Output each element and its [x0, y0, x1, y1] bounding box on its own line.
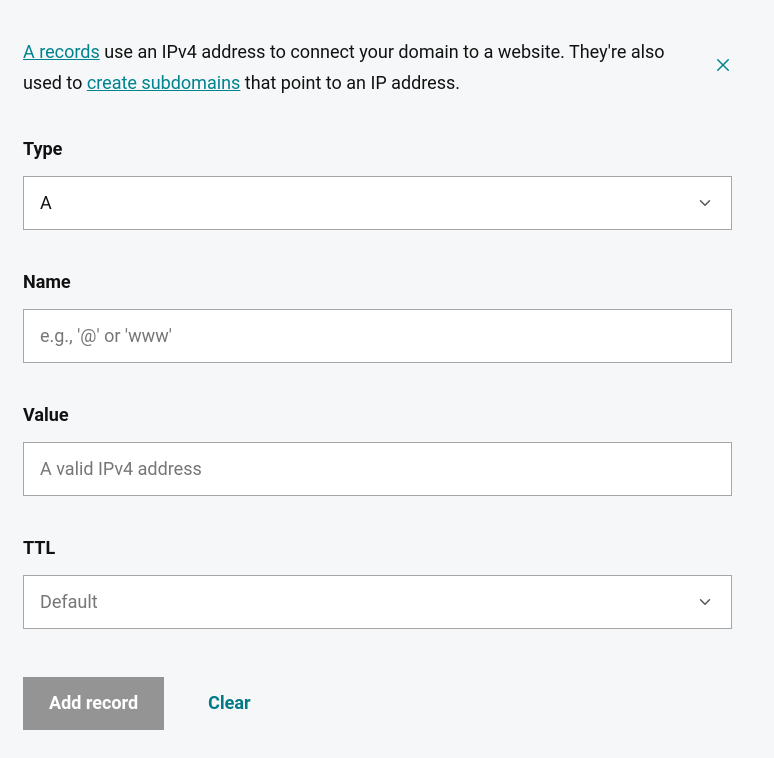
- type-select[interactable]: A: [23, 176, 732, 230]
- name-label: Name: [23, 272, 732, 293]
- dns-record-panel: A records use an IPv4 address to connect…: [0, 0, 755, 758]
- type-select-wrapper: A: [23, 176, 732, 230]
- value-label: Value: [23, 405, 732, 426]
- name-input[interactable]: [23, 309, 732, 363]
- add-record-button[interactable]: Add record: [23, 677, 164, 730]
- dns-form: Type A Name Value TTL: [0, 139, 755, 730]
- value-input[interactable]: [23, 442, 732, 496]
- ttl-label: TTL: [23, 538, 732, 559]
- ttl-select-value: Default: [40, 592, 98, 613]
- form-actions: Add record Clear: [23, 677, 732, 730]
- info-text-part2: that point to an IP address.: [240, 73, 460, 94]
- type-select-value: A: [40, 193, 52, 214]
- ttl-select-wrapper: Default: [23, 575, 732, 629]
- name-input-wrapper: [23, 309, 732, 363]
- a-records-link[interactable]: A records: [23, 42, 100, 63]
- create-subdomains-link[interactable]: create subdomains: [87, 73, 241, 94]
- info-text: A records use an IPv4 address to connect…: [0, 14, 755, 99]
- close-button[interactable]: [709, 52, 737, 80]
- close-icon: [714, 56, 732, 77]
- ttl-select[interactable]: Default: [23, 575, 732, 629]
- ttl-field: TTL Default: [23, 538, 732, 629]
- name-field: Name: [23, 272, 732, 363]
- clear-button[interactable]: Clear: [208, 693, 251, 714]
- type-label: Type: [23, 139, 732, 160]
- value-field: Value: [23, 405, 732, 496]
- type-field: Type A: [23, 139, 732, 230]
- value-input-wrapper: [23, 442, 732, 496]
